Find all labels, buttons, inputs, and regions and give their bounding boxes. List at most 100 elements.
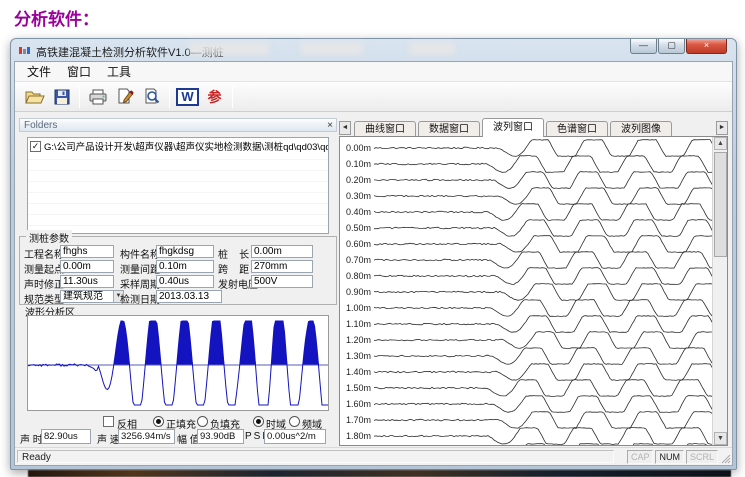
project-name-field[interactable]: fhghs xyxy=(60,245,114,258)
client-area: 文件 窗口 工具 xyxy=(14,61,733,466)
sound-time-field[interactable]: 82.90us xyxy=(41,429,91,444)
standard-type-value: 建筑规范 xyxy=(63,291,103,302)
scroll-down-icon[interactable]: ▼ xyxy=(714,432,727,445)
field-label: 声时修正 xyxy=(24,276,64,291)
print-button[interactable] xyxy=(84,84,111,109)
pile-parameters-group: 测桩参数 工程名称 fhghs 构件名称 fhgkdsg 桩 长 0.00m 测… xyxy=(19,236,337,305)
menu-file[interactable]: 文件 xyxy=(19,61,59,82)
toolbar: W 参 xyxy=(15,82,732,112)
trace-depth-label: 1.70m xyxy=(346,415,371,425)
trace-depth-label: 0.60m xyxy=(346,239,371,249)
freq-domain-radio[interactable] xyxy=(289,416,300,427)
tab-wavetrain-image[interactable]: 波列图像 xyxy=(610,121,672,136)
sound-time-label: 声 时 xyxy=(20,431,43,446)
voltage-field[interactable]: 500V xyxy=(251,275,313,288)
amplitude-field[interactable]: 93.90dB xyxy=(197,429,244,444)
folder-checkbox[interactable]: ✓ xyxy=(30,141,41,152)
psd-field[interactable]: 0.00us^2/m xyxy=(264,429,326,444)
printer-icon xyxy=(88,89,108,105)
param-char-icon: 参 xyxy=(208,87,222,107)
sample-period-field[interactable]: 0.40us xyxy=(156,275,214,288)
print-setup-button[interactable] xyxy=(111,84,138,109)
open-folder-icon xyxy=(25,89,45,105)
pile-length-field[interactable]: 0.00m xyxy=(251,245,313,258)
negative-fill-radio[interactable] xyxy=(197,416,208,427)
invert-checkbox[interactable] xyxy=(103,416,114,427)
trace-depth-label: 0.70m xyxy=(346,255,371,265)
trace-depth-label: 1.00m xyxy=(346,303,371,313)
trace-depth-label: 1.40m xyxy=(346,367,371,377)
analysis-waveform xyxy=(28,316,328,410)
trace-depth-label: 1.20m xyxy=(346,335,371,345)
minimize-button[interactable]: — xyxy=(630,39,657,54)
trace-depth-label: 1.50m xyxy=(346,383,371,393)
wavetrain-display[interactable]: 0.00m0.10m0.20m0.30m0.40m0.50m0.60m0.70m… xyxy=(339,136,728,446)
word-report-button[interactable]: W xyxy=(174,84,201,109)
trace-depth-label: 1.10m xyxy=(346,319,371,329)
measure-start-field[interactable]: 0.00m xyxy=(60,260,114,273)
resize-grip[interactable] xyxy=(719,452,731,464)
trace-depth-label: 0.30m xyxy=(346,191,371,201)
tab-curve-window[interactable]: 曲线窗口 xyxy=(354,121,416,136)
trace-depth-label: 0.00m xyxy=(346,143,371,153)
desktop-background-strip xyxy=(28,470,731,477)
tab-wavetrain-window[interactable]: 波列窗口 xyxy=(482,118,544,137)
field-label: 检测日期 xyxy=(120,291,160,306)
trace-depth-label: 1.60m xyxy=(346,399,371,409)
field-label: 跨 距 xyxy=(218,261,249,276)
trace-depth-label: 0.90m xyxy=(346,287,371,297)
time-correction-field[interactable]: 11.30us xyxy=(60,275,114,288)
menu-tools[interactable]: 工具 xyxy=(99,61,139,82)
menu-window[interactable]: 窗口 xyxy=(59,61,99,82)
close-panel-icon[interactable]: × xyxy=(327,119,333,132)
tab-data-window[interactable]: 数据窗口 xyxy=(418,121,480,136)
title-bar[interactable]: 高铁建混凝土检测分析软件V1.0—测桩 — ▢ × xyxy=(11,39,736,61)
positive-fill-radio[interactable] xyxy=(153,416,164,427)
left-panel: Folders × ✓ G:\公司产品设计开发\超声仪器\超声仪实地检测数据\测… xyxy=(19,118,337,446)
open-file-button[interactable] xyxy=(21,84,48,109)
close-button[interactable]: × xyxy=(686,39,727,54)
wavetrain-traces xyxy=(340,137,716,446)
tab-scroll-left-icon[interactable]: ◄ xyxy=(339,121,351,135)
num-indicator: NUM xyxy=(655,450,684,464)
app-window: 高铁建混凝土检测分析软件V1.0—测桩 — ▢ × 文件 窗口 工具 xyxy=(10,38,737,470)
parameters-button[interactable]: 参 xyxy=(201,84,228,109)
folders-panel-header[interactable]: Folders × xyxy=(19,118,337,132)
trace-depth-label: 0.50m xyxy=(346,223,371,233)
menu-bar: 文件 窗口 工具 xyxy=(15,62,732,82)
maximize-button[interactable]: ▢ xyxy=(658,39,685,54)
sound-velocity-field[interactable]: 3256.94m/s xyxy=(118,429,175,444)
redaction-blur xyxy=(409,42,455,55)
toolbar-separator xyxy=(169,86,170,108)
tab-scroll-right-icon[interactable]: ► xyxy=(716,121,728,135)
display-controls: 反相 正填充 负填充 时域 频域 xyxy=(19,415,337,429)
print-preview-button[interactable] xyxy=(138,84,165,109)
component-name-field[interactable]: fhgkdsg xyxy=(156,245,214,258)
toolbar-separator xyxy=(232,86,233,108)
folder-list-item[interactable]: ✓ G:\公司产品设计开发\超声仪器\超声仪实地检测数据\测桩qd\qd03\q… xyxy=(28,138,328,154)
field-label: 桩 长 xyxy=(218,246,249,261)
time-domain-radio[interactable] xyxy=(253,416,264,427)
right-panel: ◄ 曲线窗口 数据窗口 波列窗口 色谱窗口 波列图像 ► 0.00m0.10m0… xyxy=(339,118,728,446)
field-label: 工程名称 xyxy=(24,246,64,261)
redaction-blur xyxy=(189,42,269,55)
wave-analysis-plot[interactable] xyxy=(27,315,329,411)
field-label: 构件名称 xyxy=(120,246,160,261)
scroll-up-icon[interactable]: ▲ xyxy=(714,137,727,150)
test-date-field[interactable]: 2013.03.13 xyxy=(156,290,222,303)
folders-list[interactable]: ✓ G:\公司产品设计开发\超声仪器\超声仪实地检测数据\测桩qd\qd03\q… xyxy=(27,137,329,234)
preview-magnifier-icon xyxy=(143,88,161,105)
scroll-indicator: SCRL xyxy=(686,450,718,464)
status-bar: Ready CAP NUM SCRL xyxy=(15,447,732,465)
measurement-row: 声 时 82.90us 声 速 3256.94m/s 幅 值 93.90dB P… xyxy=(19,429,337,445)
measure-spacing-field[interactable]: 0.10m xyxy=(156,260,214,273)
scrollbar-thumb[interactable] xyxy=(714,152,727,257)
tab-strip: ◄ 曲线窗口 数据窗口 波列窗口 色谱窗口 波列图像 ► xyxy=(339,118,728,136)
folders-title: Folders xyxy=(24,120,57,131)
standard-type-combo[interactable]: 建筑规范 ▼ xyxy=(60,290,124,303)
save-button[interactable] xyxy=(48,84,75,109)
tab-spectrum-window[interactable]: 色谱窗口 xyxy=(546,121,608,136)
screenshot-root: 分析软件： 高铁建混凝土检测分析软件V1.0—测桩 — ▢ × 文件 窗口 工具 xyxy=(0,0,745,477)
span-distance-field[interactable]: 270mm xyxy=(251,260,313,273)
vertical-scrollbar[interactable]: ▲ ▼ xyxy=(712,137,727,445)
